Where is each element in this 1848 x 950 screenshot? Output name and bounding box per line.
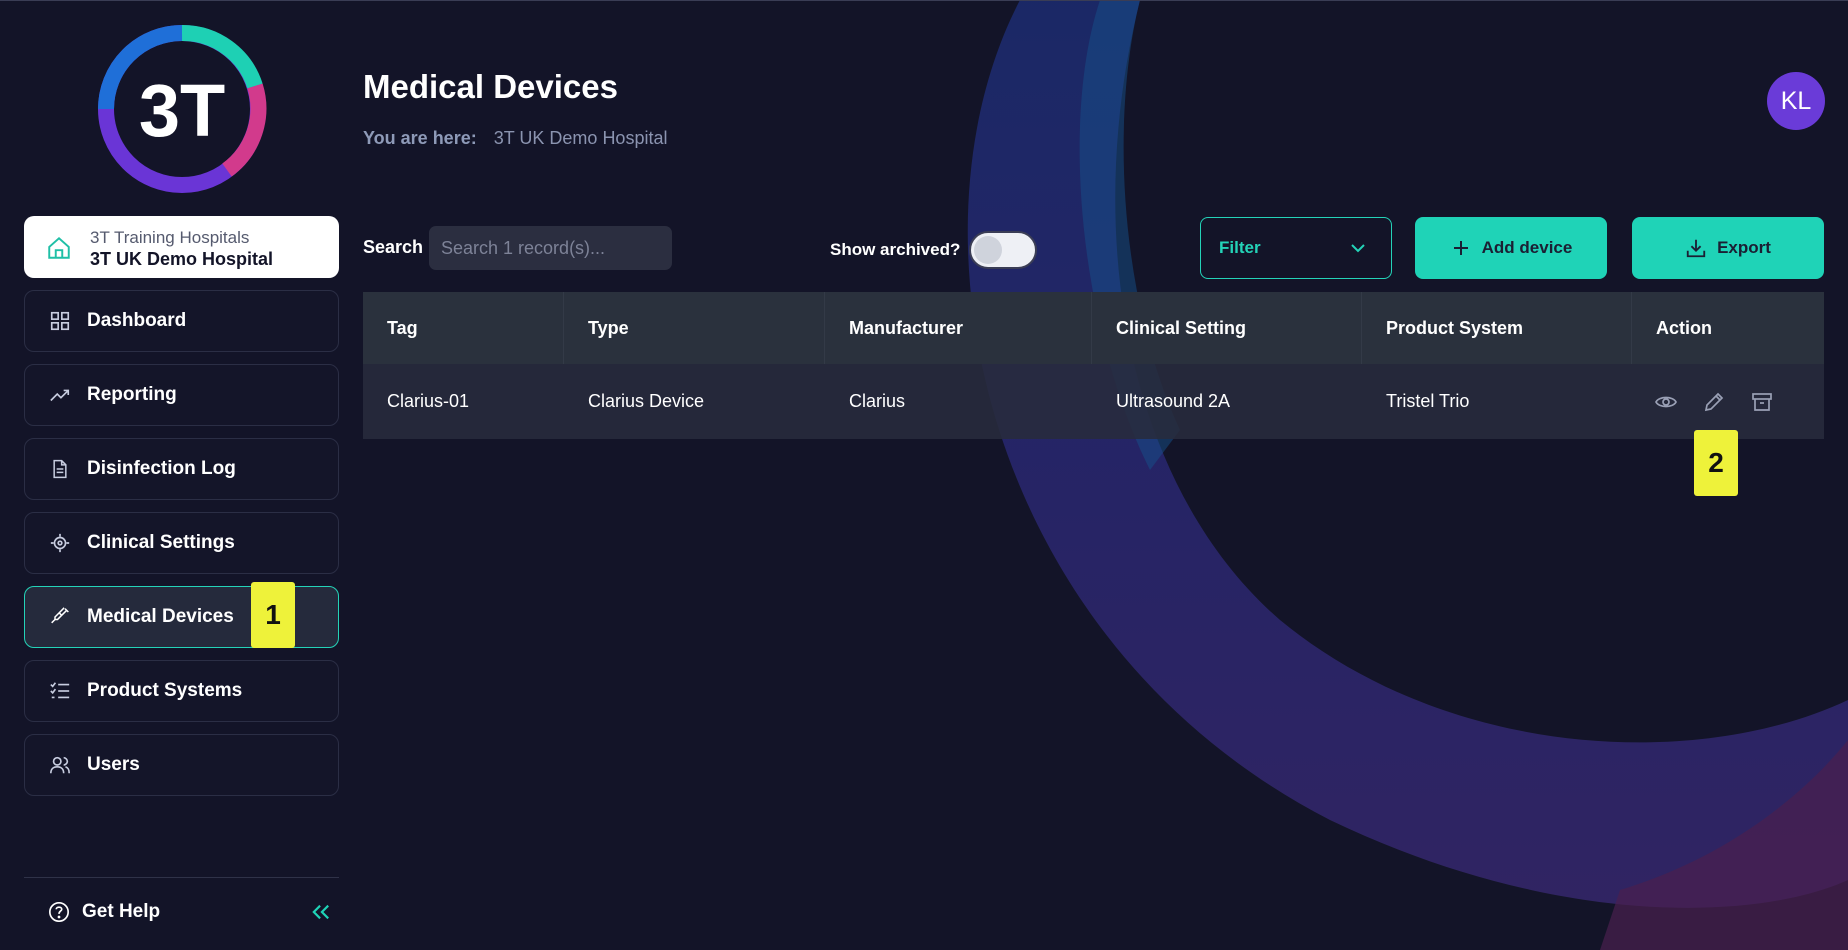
hospital-org: 3T Training Hospitals: [90, 228, 250, 247]
cell-type: Clarius Device: [588, 391, 705, 411]
breadcrumb: You are here: 3T UK Demo Hospital: [363, 128, 667, 149]
search-input[interactable]: [429, 226, 672, 270]
trend-icon: [47, 382, 73, 408]
cell-clinical-setting: Ultrasound 2A: [1116, 391, 1231, 411]
column-separator: [1631, 292, 1632, 364]
document-icon: [47, 456, 73, 482]
users-icon: [47, 752, 73, 778]
filter-label: Filter: [1219, 238, 1261, 257]
toggle-knob: [974, 236, 1002, 264]
column-separator: [1361, 292, 1362, 364]
sidebar-item-clinical-settings[interactable]: Clinical Settings: [24, 512, 339, 574]
cell-manufacturer: Clarius: [849, 391, 906, 411]
export-button[interactable]: Export: [1632, 217, 1824, 279]
column-header-product-system[interactable]: Product System: [1386, 318, 1523, 339]
sidebar-item-product-systems[interactable]: Product Systems: [24, 660, 339, 722]
sidebar-item-label: Clinical Settings: [87, 532, 235, 553]
checklist-icon: [47, 678, 73, 704]
syringe-icon: [47, 604, 73, 630]
help-icon: [46, 899, 72, 925]
sidebar-item-label: Product Systems: [87, 680, 243, 701]
sidebar-item-disinfection-log[interactable]: Disinfection Log: [24, 438, 339, 500]
archive-icon[interactable]: [1749, 389, 1775, 415]
column-separator: [824, 292, 825, 364]
chevron-down-icon: [1351, 244, 1365, 253]
sidebar-item-reporting[interactable]: Reporting: [24, 364, 339, 426]
cell-product-system: Tristel Trio: [1386, 391, 1470, 411]
sidebar-item-users[interactable]: Users: [24, 734, 339, 796]
table-header: Tag Type Manufacturer Clinical Setting P…: [363, 292, 1824, 364]
show-archived-label: Show archived?: [830, 240, 961, 259]
add-device-label: Add device: [1481, 238, 1573, 257]
column-header-clinical-setting[interactable]: Clinical Setting: [1116, 318, 1246, 339]
page-title: Medical Devices: [363, 68, 618, 105]
hospital-site: 3T UK Demo Hospital: [90, 249, 274, 269]
download-icon: [1685, 237, 1707, 259]
get-help-link[interactable]: Get Help: [24, 892, 339, 932]
user-avatar[interactable]: KL: [1767, 72, 1825, 130]
show-archived-toggle[interactable]: [969, 231, 1037, 269]
column-header-type[interactable]: Type: [588, 318, 629, 339]
column-header-action: Action: [1656, 317, 1712, 338]
collapse-sidebar-icon[interactable]: [307, 898, 335, 926]
add-device-button[interactable]: Add device: [1415, 217, 1607, 279]
sidebar-item-label: Medical Devices: [87, 606, 234, 627]
sidebar-item-label: Disinfection Log: [87, 458, 236, 479]
edit-icon[interactable]: [1701, 389, 1727, 415]
annotation-marker-1: 1: [251, 582, 295, 648]
cell-tag: Clarius-01: [387, 391, 470, 411]
export-label: Export: [1717, 238, 1771, 257]
brand-logo: 3T: [98, 24, 267, 193]
hospital-selector[interactable]: 3T Training Hospitals 3T UK Demo Hospita…: [24, 216, 339, 278]
sidebar-item-label: Reporting: [87, 384, 177, 405]
sidebar-item-label: Dashboard: [87, 310, 187, 331]
target-icon: [47, 530, 73, 556]
table-row[interactable]: Clarius-01 Clarius Device Clarius Ultras…: [363, 364, 1824, 439]
search-label: Search: [363, 237, 424, 257]
column-header-manufacturer[interactable]: Manufacturer: [849, 318, 963, 339]
sidebar-divider: [24, 877, 339, 878]
devices-table: Tag Type Manufacturer Clinical Setting P…: [363, 292, 1824, 439]
breadcrumb-value[interactable]: 3T UK Demo Hospital: [494, 128, 668, 148]
home-icon: [48, 236, 70, 259]
column-header-tag[interactable]: Tag: [387, 318, 418, 339]
row-actions: [1653, 389, 1775, 415]
annotation-marker-2: 2: [1694, 430, 1738, 496]
sidebar: 3T 3T Training Hospitals 3T UK Demo Hosp…: [24, 0, 339, 950]
view-icon[interactable]: [1653, 389, 1679, 415]
breadcrumb-label: You are here:: [363, 128, 477, 148]
column-separator: [1091, 292, 1092, 364]
logo-text: 3T: [139, 69, 225, 152]
plus-icon: [1450, 237, 1472, 259]
get-help-label: Get Help: [82, 901, 161, 922]
sidebar-item-label: Users: [87, 754, 140, 775]
filter-dropdown[interactable]: Filter: [1200, 217, 1392, 279]
grid-icon: [47, 308, 73, 334]
column-separator: [563, 292, 564, 364]
sidebar-item-dashboard[interactable]: Dashboard: [24, 290, 339, 352]
